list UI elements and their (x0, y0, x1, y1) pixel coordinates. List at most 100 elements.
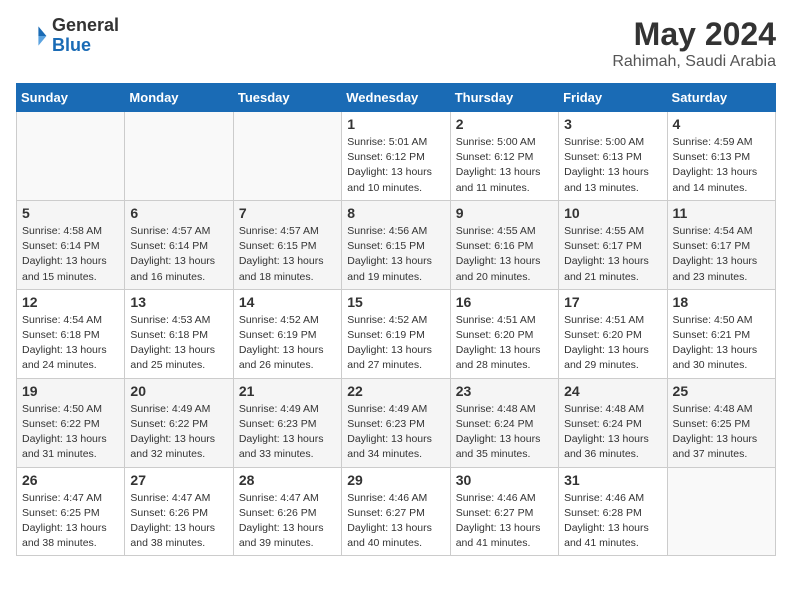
weekday-header-tuesday: Tuesday (233, 84, 341, 112)
title-block: May 2024 Rahimah, Saudi Arabia (612, 16, 776, 71)
day-info: Sunrise: 4:46 AM Sunset: 6:27 PM Dayligh… (347, 491, 444, 552)
calendar-week-4: 26 Sunrise: 4:47 AM Sunset: 6:25 PM Dayli… (17, 467, 776, 556)
day-number: 18 (673, 294, 770, 310)
day-number: 15 (347, 294, 444, 310)
calendar-cell: 30 Sunrise: 4:46 AM Sunset: 6:27 PM Dayli… (450, 467, 558, 556)
day-info: Sunrise: 5:00 AM Sunset: 6:12 PM Dayligh… (456, 135, 553, 196)
day-number: 12 (22, 294, 119, 310)
day-info: Sunrise: 4:47 AM Sunset: 6:26 PM Dayligh… (130, 491, 227, 552)
day-number: 21 (239, 383, 336, 399)
weekday-header-monday: Monday (125, 84, 233, 112)
weekday-header-saturday: Saturday (667, 84, 775, 112)
calendar-cell: 3Sunrise: 5:00 AM Sunset: 6:13 PM Daylig… (559, 112, 667, 201)
day-info: Sunrise: 4:55 AM Sunset: 6:17 PM Dayligh… (564, 224, 661, 285)
day-info: Sunrise: 4:46 AM Sunset: 6:27 PM Dayligh… (456, 491, 553, 552)
day-info: Sunrise: 4:47 AM Sunset: 6:26 PM Dayligh… (239, 491, 336, 552)
logo-blue-text: Blue (52, 36, 119, 56)
calendar-cell: 20 Sunrise: 4:49 AM Sunset: 6:22 PM Dayli… (125, 378, 233, 467)
day-number: 22 (347, 383, 444, 399)
day-info: Sunrise: 4:48 AM Sunset: 6:24 PM Dayligh… (564, 402, 661, 463)
day-info: Sunrise: 4:49 AM Sunset: 6:23 PM Dayligh… (239, 402, 336, 463)
day-number: 16 (456, 294, 553, 310)
weekday-header-thursday: Thursday (450, 84, 558, 112)
calendar-cell: 24 Sunrise: 4:48 AM Sunset: 6:24 PM Dayli… (559, 378, 667, 467)
weekday-header-wednesday: Wednesday (342, 84, 450, 112)
day-info: Sunrise: 4:55 AM Sunset: 6:16 PM Dayligh… (456, 224, 553, 285)
calendar-cell: 4Sunrise: 4:59 AM Sunset: 6:13 PM Daylig… (667, 112, 775, 201)
calendar-cell (667, 467, 775, 556)
calendar-cell: 13Sunrise: 4:53 AM Sunset: 6:18 PM Dayli… (125, 289, 233, 378)
page-header: General Blue May 2024 Rahimah, Saudi Ara… (16, 16, 776, 71)
day-info: Sunrise: 4:48 AM Sunset: 6:24 PM Dayligh… (456, 402, 553, 463)
calendar-cell: 2 Sunrise: 5:00 AM Sunset: 6:12 PM Daylig… (450, 112, 558, 201)
day-info: Sunrise: 4:57 AM Sunset: 6:15 PM Dayligh… (239, 224, 336, 285)
day-number: 30 (456, 472, 553, 488)
calendar-cell (125, 112, 233, 201)
logo-general-text: General (52, 16, 119, 36)
day-number: 27 (130, 472, 227, 488)
day-number: 17 (564, 294, 661, 310)
calendar-cell: 8 Sunrise: 4:56 AM Sunset: 6:15 PM Daylig… (342, 200, 450, 289)
calendar-header: SundayMondayTuesdayWednesdayThursdayFrid… (17, 84, 776, 112)
calendar-cell: 21 Sunrise: 4:49 AM Sunset: 6:23 PM Dayli… (233, 378, 341, 467)
day-info: Sunrise: 4:50 AM Sunset: 6:21 PM Dayligh… (673, 313, 770, 374)
day-info: Sunrise: 4:51 AM Sunset: 6:20 PM Dayligh… (456, 313, 553, 374)
calendar-cell: 10 Sunrise: 4:55 AM Sunset: 6:17 PM Dayli… (559, 200, 667, 289)
day-number: 5 (22, 205, 119, 221)
calendar-cell (17, 112, 125, 201)
calendar-cell (233, 112, 341, 201)
day-number: 31 (564, 472, 661, 488)
day-number: 26 (22, 472, 119, 488)
calendar-cell: 9 Sunrise: 4:55 AM Sunset: 6:16 PM Daylig… (450, 200, 558, 289)
day-info: Sunrise: 4:50 AM Sunset: 6:22 PM Dayligh… (22, 402, 119, 463)
weekday-header-row: SundayMondayTuesdayWednesdayThursdayFrid… (17, 84, 776, 112)
day-number: 1 (347, 116, 444, 132)
calendar-cell: 29Sunrise: 4:46 AM Sunset: 6:27 PM Dayli… (342, 467, 450, 556)
calendar-cell: 31 Sunrise: 4:46 AM Sunset: 6:28 PM Dayli… (559, 467, 667, 556)
calendar-cell: 6Sunrise: 4:57 AM Sunset: 6:14 PM Daylig… (125, 200, 233, 289)
day-info: Sunrise: 4:56 AM Sunset: 6:15 PM Dayligh… (347, 224, 444, 285)
weekday-header-sunday: Sunday (17, 84, 125, 112)
day-number: 28 (239, 472, 336, 488)
calendar-cell: 27 Sunrise: 4:47 AM Sunset: 6:26 PM Dayli… (125, 467, 233, 556)
calendar-cell: 23Sunrise: 4:48 AM Sunset: 6:24 PM Dayli… (450, 378, 558, 467)
day-number: 2 (456, 116, 553, 132)
day-number: 20 (130, 383, 227, 399)
day-number: 24 (564, 383, 661, 399)
calendar-cell: 1Sunrise: 5:01 AM Sunset: 6:12 PM Daylig… (342, 112, 450, 201)
calendar-cell: 18 Sunrise: 4:50 AM Sunset: 6:21 PM Dayli… (667, 289, 775, 378)
day-number: 19 (22, 383, 119, 399)
logo: General Blue (16, 16, 119, 56)
day-number: 25 (673, 383, 770, 399)
day-info: Sunrise: 4:57 AM Sunset: 6:14 PM Dayligh… (130, 224, 227, 285)
day-info: Sunrise: 4:48 AM Sunset: 6:25 PM Dayligh… (673, 402, 770, 463)
day-info: Sunrise: 4:49 AM Sunset: 6:22 PM Dayligh… (130, 402, 227, 463)
calendar-cell: 17Sunrise: 4:51 AM Sunset: 6:20 PM Dayli… (559, 289, 667, 378)
day-number: 7 (239, 205, 336, 221)
day-info: Sunrise: 4:52 AM Sunset: 6:19 PM Dayligh… (347, 313, 444, 374)
day-info: Sunrise: 4:54 AM Sunset: 6:18 PM Dayligh… (22, 313, 119, 374)
calendar-cell: 5Sunrise: 4:58 AM Sunset: 6:14 PM Daylig… (17, 200, 125, 289)
calendar-week-1: 5Sunrise: 4:58 AM Sunset: 6:14 PM Daylig… (17, 200, 776, 289)
calendar-cell: 11Sunrise: 4:54 AM Sunset: 6:17 PM Dayli… (667, 200, 775, 289)
calendar-cell: 25 Sunrise: 4:48 AM Sunset: 6:25 PM Dayli… (667, 378, 775, 467)
day-info: Sunrise: 5:00 AM Sunset: 6:13 PM Dayligh… (564, 135, 661, 196)
calendar-cell: 28 Sunrise: 4:47 AM Sunset: 6:26 PM Dayli… (233, 467, 341, 556)
day-number: 10 (564, 205, 661, 221)
day-info: Sunrise: 4:54 AM Sunset: 6:17 PM Dayligh… (673, 224, 770, 285)
calendar-cell: 19 Sunrise: 4:50 AM Sunset: 6:22 PM Dayli… (17, 378, 125, 467)
weekday-header-friday: Friday (559, 84, 667, 112)
day-number: 4 (673, 116, 770, 132)
month-year: May 2024 (612, 16, 776, 53)
calendar-week-3: 19 Sunrise: 4:50 AM Sunset: 6:22 PM Dayli… (17, 378, 776, 467)
day-number: 9 (456, 205, 553, 221)
calendar-week-2: 12 Sunrise: 4:54 AM Sunset: 6:18 PM Dayli… (17, 289, 776, 378)
day-number: 8 (347, 205, 444, 221)
day-info: Sunrise: 4:52 AM Sunset: 6:19 PM Dayligh… (239, 313, 336, 374)
day-info: Sunrise: 4:47 AM Sunset: 6:25 PM Dayligh… (22, 491, 119, 552)
location: Rahimah, Saudi Arabia (612, 53, 776, 71)
logo-icon (16, 20, 48, 52)
calendar-body: 1Sunrise: 5:01 AM Sunset: 6:12 PM Daylig… (17, 112, 776, 556)
day-info: Sunrise: 4:46 AM Sunset: 6:28 PM Dayligh… (564, 491, 661, 552)
calendar-cell: 7 Sunrise: 4:57 AM Sunset: 6:15 PM Daylig… (233, 200, 341, 289)
